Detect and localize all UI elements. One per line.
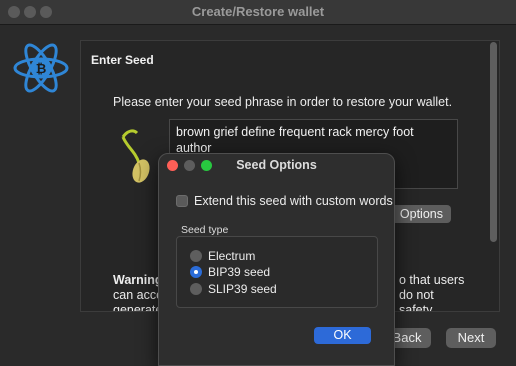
seed-phrase-line: brown grief define frequent rack mercy f… <box>176 125 414 155</box>
window-title: Create/Restore wallet <box>191 4 325 19</box>
panel-scrollbar[interactable] <box>490 42 497 242</box>
seed-instruction: Please enter your seed phrase in order t… <box>113 95 453 109</box>
radio-label: Electrum <box>208 249 256 263</box>
warning-text: o that users <box>399 273 465 287</box>
extend-seed-checkbox[interactable] <box>176 195 188 207</box>
electrum-logo-icon: ₿ <box>13 43 69 93</box>
warning-text: safety <box>399 303 433 312</box>
radio-button[interactable] <box>190 283 202 295</box>
seed-sprout-icon <box>121 129 150 183</box>
warning-text: can acce <box>113 288 164 302</box>
dialog-titlebar: Seed Options <box>159 154 394 178</box>
window-titlebar: Create/Restore wallet <box>0 0 516 25</box>
warning-text: do not <box>399 288 434 302</box>
seed-type-group: Electrum BIP39 seed SLIP39 seed <box>176 236 378 308</box>
extend-seed-label: Extend this seed with custom words <box>194 194 393 208</box>
panel-title: Enter Seed <box>91 53 154 67</box>
svg-text:₿: ₿ <box>36 61 47 76</box>
options-button[interactable]: Options <box>386 205 451 223</box>
radio-button[interactable] <box>190 250 202 262</box>
ok-button[interactable]: OK <box>314 327 371 344</box>
dialog-title: Seed Options <box>236 158 317 172</box>
warning-text: generate <box>113 303 163 312</box>
warning-heading: Warning <box>113 273 163 287</box>
seed-options-dialog: Seed Options Extend this seed with custo… <box>158 153 395 366</box>
seed-type-title: Seed type <box>181 224 229 236</box>
radio-label: SLIP39 seed <box>208 282 277 296</box>
next-button[interactable]: Next <box>446 328 496 348</box>
radio-label: BIP39 seed <box>208 265 271 279</box>
radio-button-selected[interactable] <box>190 266 202 278</box>
